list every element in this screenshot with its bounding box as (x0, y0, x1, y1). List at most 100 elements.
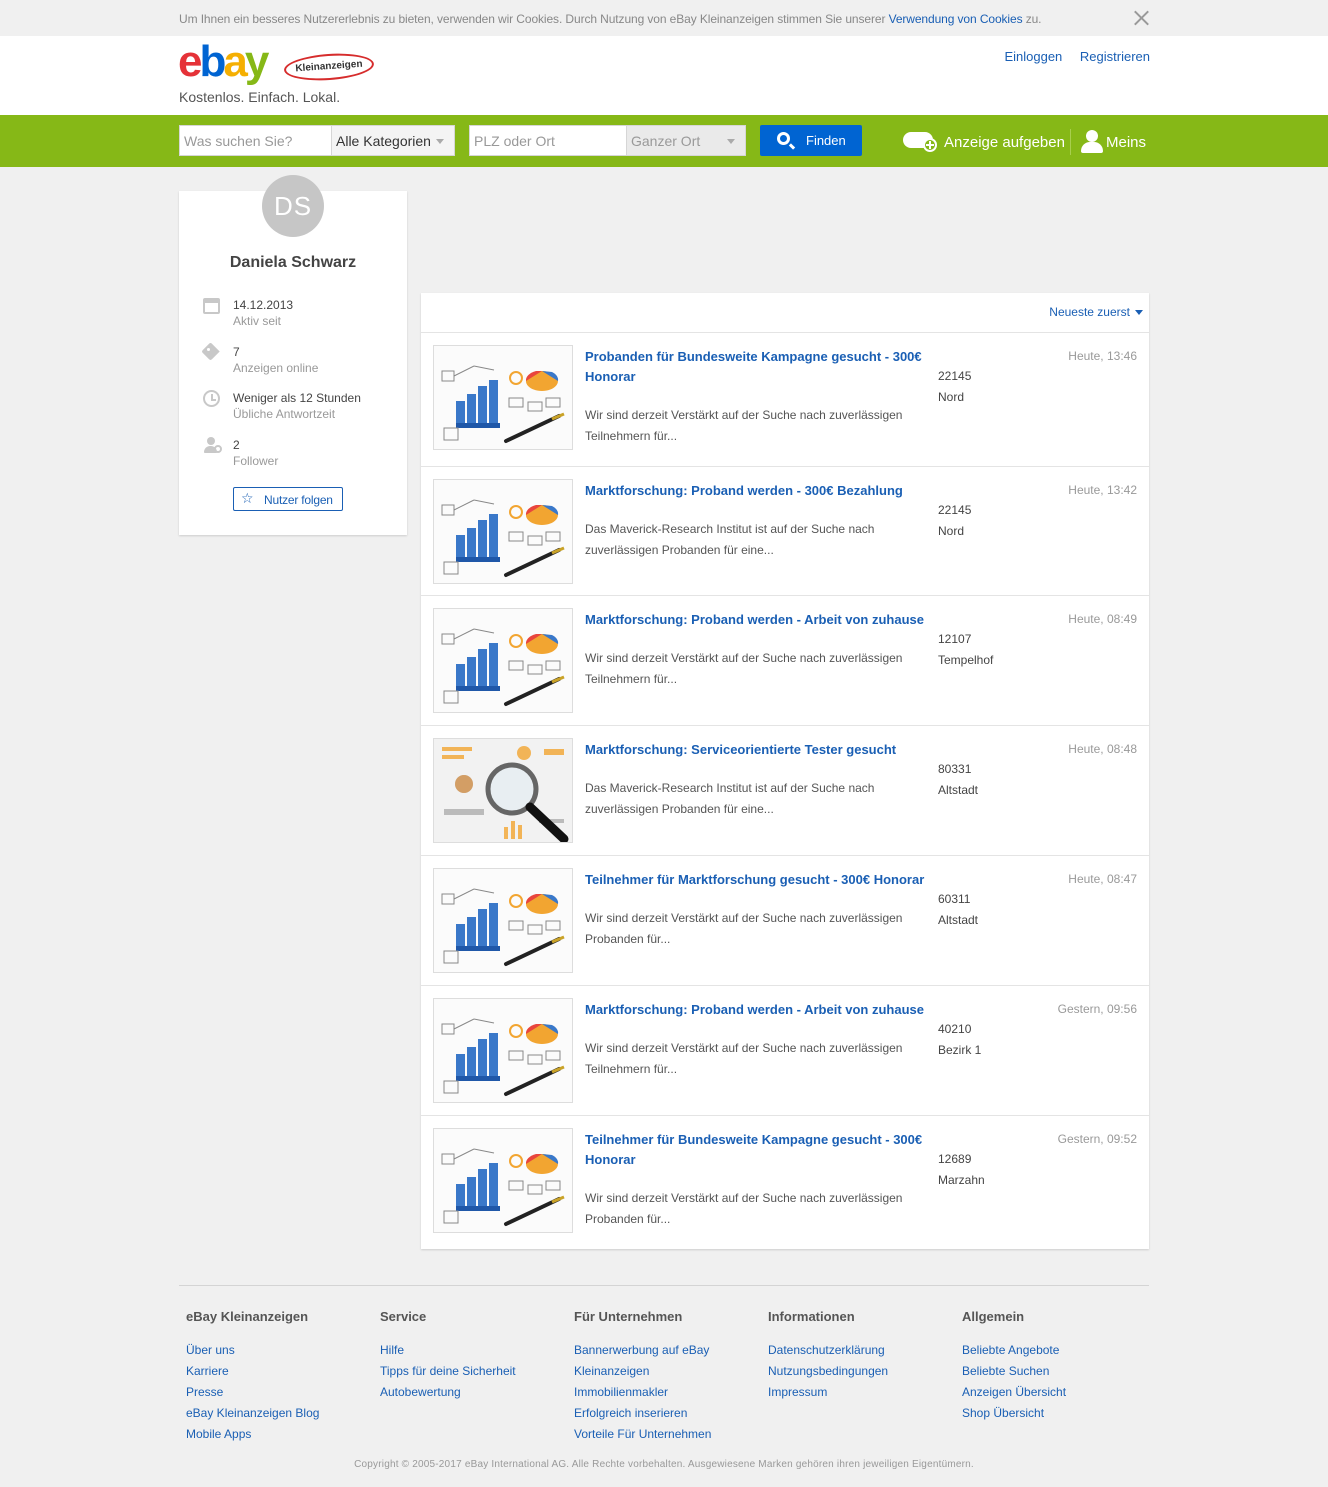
listing-item[interactable]: Marktforschung: Proband werden - Arbeit … (421, 986, 1149, 1116)
avatar: DS (262, 175, 324, 237)
listing-thumbnail[interactable] (433, 868, 573, 973)
footer-link[interactable]: Anzeigen Übersicht (962, 1382, 1152, 1403)
footer-link[interactable]: Nutzungsbedingungen (768, 1361, 958, 1382)
stat-response-time: Weniger als 12 Stunden Übliche Antwortzei… (233, 391, 361, 421)
listing-thumbnail[interactable] (433, 998, 573, 1103)
listing-item[interactable]: Marktforschung: Proband werden - Arbeit … (421, 596, 1149, 726)
sort-dropdown[interactable]: Neueste zuerst (1049, 305, 1143, 319)
listing-description: Wir sind derzeit Verstärkt auf der Suche… (585, 1191, 903, 1226)
register-link[interactable]: Registrieren (1080, 49, 1150, 64)
cookie-banner: Um Ihnen ein besseres Nutzererlebnis zu … (0, 0, 1328, 36)
footer-column: eBay Kleinanzeigen Über uns Karriere Presse… (186, 1309, 376, 1445)
footer-column-title: Service (380, 1309, 427, 1324)
listing-date: Gestern, 09:56 (1057, 1002, 1137, 1016)
login-link[interactable]: Einloggen (1004, 49, 1062, 64)
listing-title[interactable]: Marktforschung: Proband werden - Arbeit … (585, 610, 925, 630)
listing-item[interactable]: Probanden für Bundesweite Kampagne gesuc… (421, 333, 1149, 467)
listing-description: Wir sind derzeit Verstärkt auf der Suche… (585, 911, 903, 946)
follower-icon (203, 437, 222, 455)
follow-user-button[interactable]: ☆ Nutzer folgen (233, 487, 343, 511)
listing-location: 12107 Tempelhof (938, 632, 994, 667)
listing-thumbnail[interactable] (433, 345, 573, 450)
listing-thumbnail[interactable] (433, 1128, 573, 1233)
listing-description: Wir sind derzeit Verstärkt auf der Suche… (585, 1041, 903, 1076)
listing-thumbnail[interactable] (433, 738, 573, 843)
stat-followers: 2 Follower (233, 438, 279, 468)
listing-item[interactable]: Teilnehmer für Marktforschung gesucht - … (421, 856, 1149, 986)
listing-date: Heute, 13:46 (1068, 349, 1137, 363)
cookie-policy-link[interactable]: Verwendung von Cookies (889, 12, 1023, 26)
footer-link[interactable]: Hilfe (380, 1340, 570, 1361)
copyright: Copyright © 2005-2017 eBay International… (354, 1459, 974, 1470)
listing-title[interactable]: Teilnehmer für Bundesweite Kampagne gesu… (585, 1130, 925, 1170)
stat-active-since: 14.12.2013 Aktiv seit (233, 298, 294, 328)
chevron-down-icon (436, 139, 444, 144)
footer-link[interactable]: Vorteile Für Unternehmen (574, 1424, 764, 1445)
listing-location: 22145 Nord (938, 503, 972, 538)
footer-link[interactable]: Immobilienmakler (574, 1382, 764, 1403)
search-bar: Was suchen Sie? Alle Kategorien PLZ oder… (0, 115, 1328, 167)
listing-item[interactable]: Marktforschung: Serviceorientierte Teste… (421, 726, 1149, 856)
divider (1070, 129, 1071, 155)
footer-column: Informationen Datenschutzerklärung Nutzung… (768, 1309, 958, 1403)
footer-link[interactable]: Beliebte Suchen (962, 1361, 1152, 1382)
radius-select[interactable]: Ganzer Ort (626, 125, 746, 156)
profile-name: Daniela Schwarz (229, 254, 357, 271)
profile-card: DS Daniela Schwarz 14.12.2013 Aktiv seit … (179, 175, 407, 535)
plus-icon (923, 138, 937, 152)
listing-item[interactable]: Teilnehmer für Bundesweite Kampagne gesu… (421, 1116, 1149, 1249)
footer-link[interactable]: Bannerwerbung auf eBay Kleinanzeigen (574, 1340, 764, 1382)
site-header: ebay Kleinanzeigen Kostenlos. Einfach. L… (0, 36, 1328, 115)
listing-thumbnail[interactable] (433, 479, 573, 584)
footer-link[interactable]: Shop Übersicht (962, 1403, 1152, 1424)
close-icon[interactable] (1131, 8, 1151, 28)
search-input[interactable]: Was suchen Sie? (179, 125, 332, 156)
account-links: Einloggen Registrieren (990, 49, 1150, 64)
footer-column: Für Unternehmen Bannerwerbung auf eBay Kl… (574, 1309, 764, 1445)
footer-column-title: Informationen (768, 1309, 855, 1324)
chevron-down-icon (1135, 310, 1143, 315)
listing-description: Das Maverick-Research Institut ist auf d… (585, 522, 875, 557)
footer-link[interactable]: Presse (186, 1382, 376, 1403)
footer-column-title: Allgemein (962, 1309, 1025, 1324)
listing-title[interactable]: Marktforschung: Proband werden - Arbeit … (585, 1000, 925, 1020)
listing-title[interactable]: Marktforschung: Proband werden - 300€ Be… (585, 481, 925, 501)
search-icon (777, 132, 790, 145)
listing-date: Heute, 08:47 (1068, 872, 1137, 886)
footer-link[interactable]: Karriere (186, 1361, 376, 1382)
category-select[interactable]: Alle Kategorien (331, 125, 455, 156)
listing-date: Heute, 13:42 (1068, 483, 1137, 497)
listing-description: Wir sind derzeit Verstärkt auf der Suche… (585, 651, 903, 686)
meins-button[interactable]: Meins (1081, 128, 1151, 156)
footer-divider (179, 1285, 1149, 1286)
listing-thumbnail[interactable] (433, 608, 573, 713)
listing-location: 40210 Bezirk 1 (938, 1022, 982, 1057)
listing-description: Wir sind derzeit Verstärkt auf der Suche… (585, 408, 903, 443)
listing-date: Heute, 08:48 (1068, 742, 1137, 756)
footer-link[interactable]: eBay Kleinanzeigen Blog (186, 1403, 376, 1424)
footer-link[interactable]: Mobile Apps (186, 1424, 376, 1445)
footer-link[interactable]: Über uns (186, 1340, 376, 1361)
listing-location: 12689 Marzahn (938, 1152, 985, 1187)
chevron-down-icon (727, 139, 735, 144)
footer-column: Allgemein Beliebte Angebote Beliebte Suche… (962, 1309, 1152, 1424)
footer-link[interactable]: Beliebte Angebote (962, 1340, 1152, 1361)
listing-title[interactable]: Probanden für Bundesweite Kampagne gesuc… (585, 347, 925, 387)
tagline: Kostenlos. Einfach. Lokal. (179, 89, 341, 105)
footer-link[interactable]: Impressum (768, 1382, 958, 1403)
footer-link[interactable]: Erfolgreich inserieren (574, 1403, 764, 1424)
find-button[interactable]: Finden (760, 125, 862, 156)
cookie-text: Um Ihnen ein besseres Nutzererlebnis zu … (179, 12, 1042, 26)
footer-link[interactable]: Tipps für deine Sicherheit (380, 1361, 570, 1382)
listing-location: 60311 Altstadt (938, 892, 979, 927)
footer-link[interactable]: Datenschutzerklärung (768, 1340, 958, 1361)
location-input[interactable]: PLZ oder Ort (469, 125, 627, 156)
listing-location: 22145 Nord (938, 369, 972, 404)
footer-link[interactable]: Autobewertung (380, 1382, 570, 1403)
listing-item[interactable]: Marktforschung: Proband werden - 300€ Be… (421, 467, 1149, 596)
listing-title[interactable]: Teilnehmer für Marktforschung gesucht - … (585, 870, 925, 890)
listing-title[interactable]: Marktforschung: Serviceorientierte Teste… (585, 740, 925, 760)
footer-column: Service Hilfe Tipps für deine Sicherheit Au… (380, 1309, 570, 1403)
clock-icon (203, 390, 220, 407)
calendar-icon (203, 298, 220, 314)
